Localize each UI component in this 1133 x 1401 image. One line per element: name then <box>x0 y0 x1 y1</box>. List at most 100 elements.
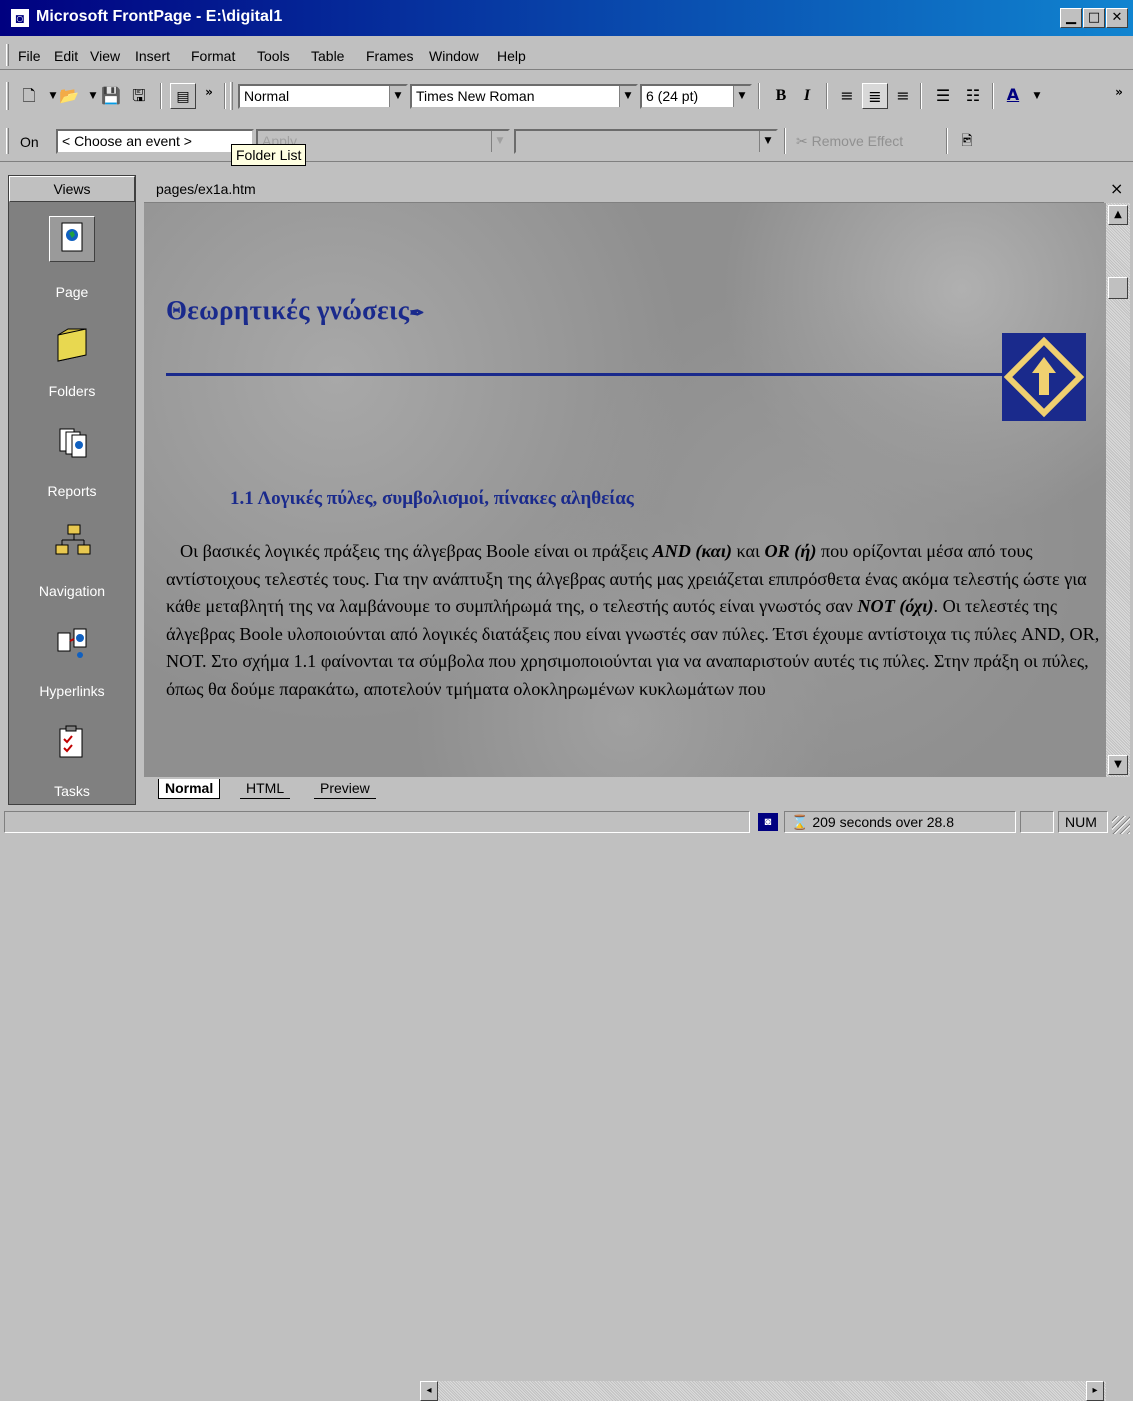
chevron-down-icon[interactable]: ▼ <box>759 131 776 152</box>
menu-edit[interactable]: Edit <box>54 48 78 64</box>
bulleted-list-icon[interactable]: ☷ <box>960 83 986 109</box>
page-icon <box>49 216 95 262</box>
toolbar-grip[interactable] <box>6 82 9 110</box>
scroll-left-icon[interactable]: ◂ <box>420 1381 438 1401</box>
view-label-reports: Reports <box>47 483 97 499</box>
view-hyperlinks[interactable]: Hyperlinks <box>9 621 135 721</box>
scroll-thumb[interactable] <box>1108 277 1128 299</box>
more-buttons-icon[interactable]: » <box>1106 79 1132 105</box>
view-reports[interactable]: Reports <box>9 421 135 521</box>
close-button[interactable]: ✕ <box>1106 8 1128 28</box>
scroll-down-icon[interactable]: ▼ <box>1108 755 1128 775</box>
views-header: Views <box>9 176 135 202</box>
align-right-icon[interactable]: ≡ <box>890 83 916 109</box>
editor-canvas[interactable]: Θεωρητικές γνώσεις✒ 1.1 Λογικές πύλες, σ… <box>144 203 1106 777</box>
style-select[interactable]: Normal ▼ <box>238 84 408 109</box>
numbered-list-icon[interactable]: ☰ <box>930 83 956 109</box>
maximize-button[interactable]: □ <box>1083 8 1105 28</box>
align-left-icon[interactable]: ≡ <box>834 83 860 109</box>
view-navigation[interactable]: Navigation <box>9 521 135 621</box>
heading-text: Θεωρητικές γνώσεις <box>166 295 410 325</box>
download-time: ⌛ 209 seconds over 28.8 <box>784 811 1016 833</box>
menu-grip[interactable] <box>6 44 9 66</box>
publish-icon[interactable]: 🖫 <box>126 83 152 109</box>
new-page-icon[interactable]: 🗋 <box>16 83 42 109</box>
separator <box>758 83 760 109</box>
view-label-navigation: Navigation <box>38 583 106 599</box>
menu-window[interactable]: Window <box>429 48 479 64</box>
menu-format[interactable]: Format <box>191 48 235 64</box>
frontpage-status-icon: ◙ <box>758 813 778 831</box>
view-folders[interactable]: Folders <box>9 321 135 421</box>
menu-help[interactable]: Help <box>497 48 526 64</box>
tab-preview[interactable]: Preview <box>314 779 376 799</box>
close-document-icon[interactable]: × <box>1110 179 1123 198</box>
pen-cursor-icon: ✒ <box>409 303 425 323</box>
remove-effect-icon: ✂ <box>796 133 808 149</box>
minimize-button[interactable]: ▁ <box>1060 8 1082 28</box>
navigation-logo[interactable] <box>1002 333 1086 421</box>
document-tab[interactable]: pages/ex1a.htm <box>144 175 1104 203</box>
vertical-scrollbar[interactable]: ▲ ▼ <box>1106 203 1130 777</box>
chevron-down-icon[interactable]: ▼ <box>619 86 636 107</box>
hourglass-icon: ⌛ <box>791 814 809 830</box>
scroll-up-icon[interactable]: ▲ <box>1108 205 1128 225</box>
event-select[interactable]: < Choose an event > <box>56 129 254 154</box>
separator <box>920 83 922 109</box>
and-term: AND (και) <box>652 541 732 561</box>
menu-table[interactable]: Table <box>311 48 344 64</box>
menu-view[interactable]: View <box>90 48 120 64</box>
status-empty <box>1020 811 1054 833</box>
remove-effect-button[interactable]: ✂ Remove Effect <box>796 133 903 150</box>
menu-file[interactable]: File <box>18 48 41 64</box>
view-label-page: Page <box>55 284 89 300</box>
more-buttons-icon[interactable]: » <box>196 79 222 105</box>
view-label-hyperlinks: Hyperlinks <box>39 683 105 699</box>
view-tasks[interactable]: Tasks <box>9 721 135 821</box>
frontpage-icon[interactable]: ◙ <box>10 8 30 28</box>
style-value: Normal <box>244 88 290 104</box>
folder-list-icon[interactable]: ▤ <box>170 83 196 109</box>
font-color-button[interactable]: A <box>1000 82 1026 108</box>
toolbar-grip[interactable] <box>230 82 233 110</box>
scroll-right-icon[interactable]: ▸ <box>1086 1381 1104 1401</box>
chevron-down-icon[interactable]: ▼ <box>491 131 508 152</box>
status-bar: ◙ ⌛ 209 seconds over 28.8 NUM <box>0 808 1133 835</box>
separator <box>946 128 948 154</box>
window-title: Microsoft FrontPage - E:\digital1 <box>36 8 283 25</box>
view-page[interactable]: Page <box>9 216 135 316</box>
italic-button[interactable]: I <box>794 83 820 109</box>
separator <box>992 83 994 109</box>
resize-grip[interactable] <box>1112 816 1130 834</box>
body-paragraph: Οι βασικές λογικές πράξεις της άλγεβρας … <box>166 538 1101 703</box>
open-folder-icon[interactable]: 📂 <box>56 83 82 109</box>
font-color-dropdown-icon[interactable]: ▼ <box>1024 83 1050 109</box>
event-value: < Choose an event > <box>62 133 192 149</box>
menu-tools[interactable]: Tools <box>257 48 290 64</box>
separator <box>826 83 828 109</box>
menu-frames[interactable]: Frames <box>366 48 413 64</box>
chevron-down-icon[interactable]: ▼ <box>389 86 406 107</box>
not-term: NOT (όχι) <box>857 596 934 616</box>
horizontal-scrollbar[interactable]: ◂ ▸ <box>420 1381 1106 1401</box>
align-center-icon[interactable]: ≣ <box>862 83 888 109</box>
toolbar-grip[interactable] <box>6 128 9 154</box>
reports-icon <box>49 421 95 467</box>
chevron-down-icon[interactable]: ▼ <box>733 86 750 107</box>
tab-normal[interactable]: Normal <box>158 779 221 799</box>
body-text: και <box>731 541 765 561</box>
tooltip: Folder List <box>231 144 307 166</box>
horizontal-rule <box>166 373 1004 376</box>
effect-select[interactable]: ▼ <box>514 129 778 154</box>
standard-toolbar: 🗋 ▼ 📂 ▼ 💾 🖫 ▤ » Normal ▼ Times New Roman… <box>0 76 1133 116</box>
save-icon[interactable]: 💾 <box>98 83 124 109</box>
tab-html[interactable]: HTML <box>240 779 291 799</box>
title-bar: ◙ Microsoft FrontPage - E:\digital1 ▁ □ … <box>0 0 1133 38</box>
bold-button[interactable]: B <box>768 83 794 109</box>
separator <box>160 83 162 109</box>
font-select[interactable]: Times New Roman ▼ <box>410 84 638 109</box>
highlight-effects-icon[interactable]: 🖻 <box>954 128 980 154</box>
body-text: Οι βασικές λογικές πράξεις της άλγεβρας … <box>180 541 653 561</box>
menu-insert[interactable]: Insert <box>135 48 170 64</box>
font-size-select[interactable]: 6 (24 pt) ▼ <box>640 84 752 109</box>
